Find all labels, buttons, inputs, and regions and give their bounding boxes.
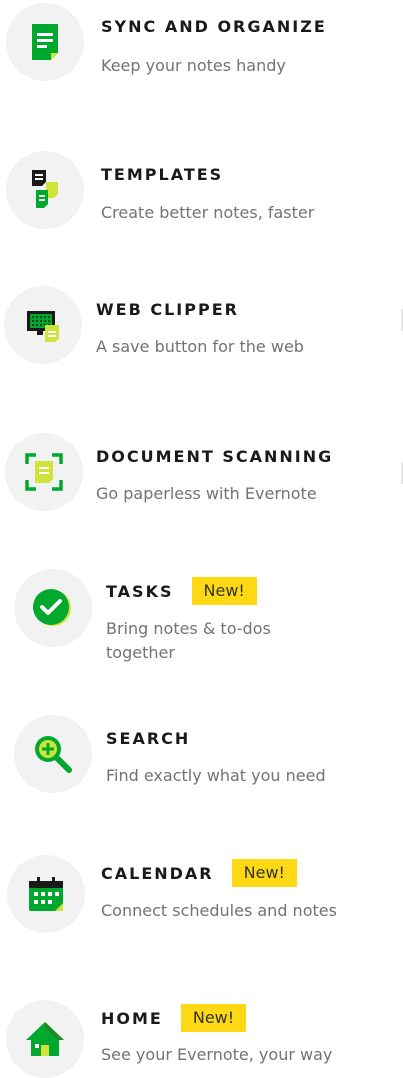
checkmark-icon — [33, 589, 71, 626]
note-icon — [32, 24, 58, 60]
feature-description: A save button for the web — [96, 337, 304, 356]
feature-description: See your Evernote, your way — [101, 1045, 333, 1064]
icon-badge — [4, 286, 82, 364]
feature-title: TEMPLATES — [101, 164, 224, 184]
feature-title: HOME — [101, 1008, 163, 1028]
feature-calendar[interactable]: CALENDAR New! Connect schedules and note… — [0, 852, 403, 962]
feature-search[interactable]: SEARCH Find exactly what you need — [0, 714, 403, 814]
feature-web-clipper[interactable]: WEB CLIPPER A save button for the web — [0, 283, 403, 393]
feature-tasks[interactable]: TASKS New! Bring notes & to-dos together — [0, 568, 403, 678]
feature-document-scanning[interactable]: DOCUMENT SCANNING Go paperless with Ever… — [0, 430, 403, 540]
feature-description: Go paperless with Evernote — [96, 484, 317, 503]
web-clipper-icon — [27, 311, 59, 342]
feature-title: TASKS — [106, 581, 174, 601]
feature-description: Connect schedules and notes — [101, 901, 337, 920]
icon-badge — [14, 569, 92, 647]
feature-home[interactable]: HOME New! See your Evernote, your way — [0, 998, 403, 1078]
templates-icon — [32, 170, 58, 208]
feature-title: DOCUMENT SCANNING — [96, 446, 334, 466]
feature-description: Create better notes, faster — [101, 203, 315, 222]
new-badge: New! — [191, 577, 257, 605]
icon-badge — [14, 715, 92, 793]
icon-badge — [6, 3, 84, 81]
feature-description: Find exactly what you need — [106, 766, 326, 785]
home-icon — [26, 1022, 64, 1056]
scan-icon — [25, 453, 63, 491]
icon-badge — [6, 1000, 84, 1078]
search-icon — [35, 736, 72, 773]
feature-description: Keep your notes handy — [101, 56, 286, 75]
feature-sync-and-organize[interactable]: SYNC AND ORGANIZE Keep your notes handy — [0, 0, 403, 110]
feature-title: SYNC AND ORGANIZE — [101, 16, 327, 36]
icon-badge — [5, 433, 83, 511]
new-badge: New! — [180, 1004, 247, 1032]
feature-title: SEARCH — [106, 728, 191, 748]
feature-description: Bring notes & to-dos together — [106, 619, 271, 662]
feature-title: WEB CLIPPER — [96, 299, 239, 319]
feature-title: CALENDAR — [101, 863, 214, 883]
icon-badge — [7, 855, 85, 933]
icon-badge — [6, 151, 84, 229]
calendar-icon — [29, 877, 63, 911]
feature-templates[interactable]: TEMPLATES Create better notes, faster — [0, 148, 403, 258]
new-badge: New! — [231, 859, 297, 887]
